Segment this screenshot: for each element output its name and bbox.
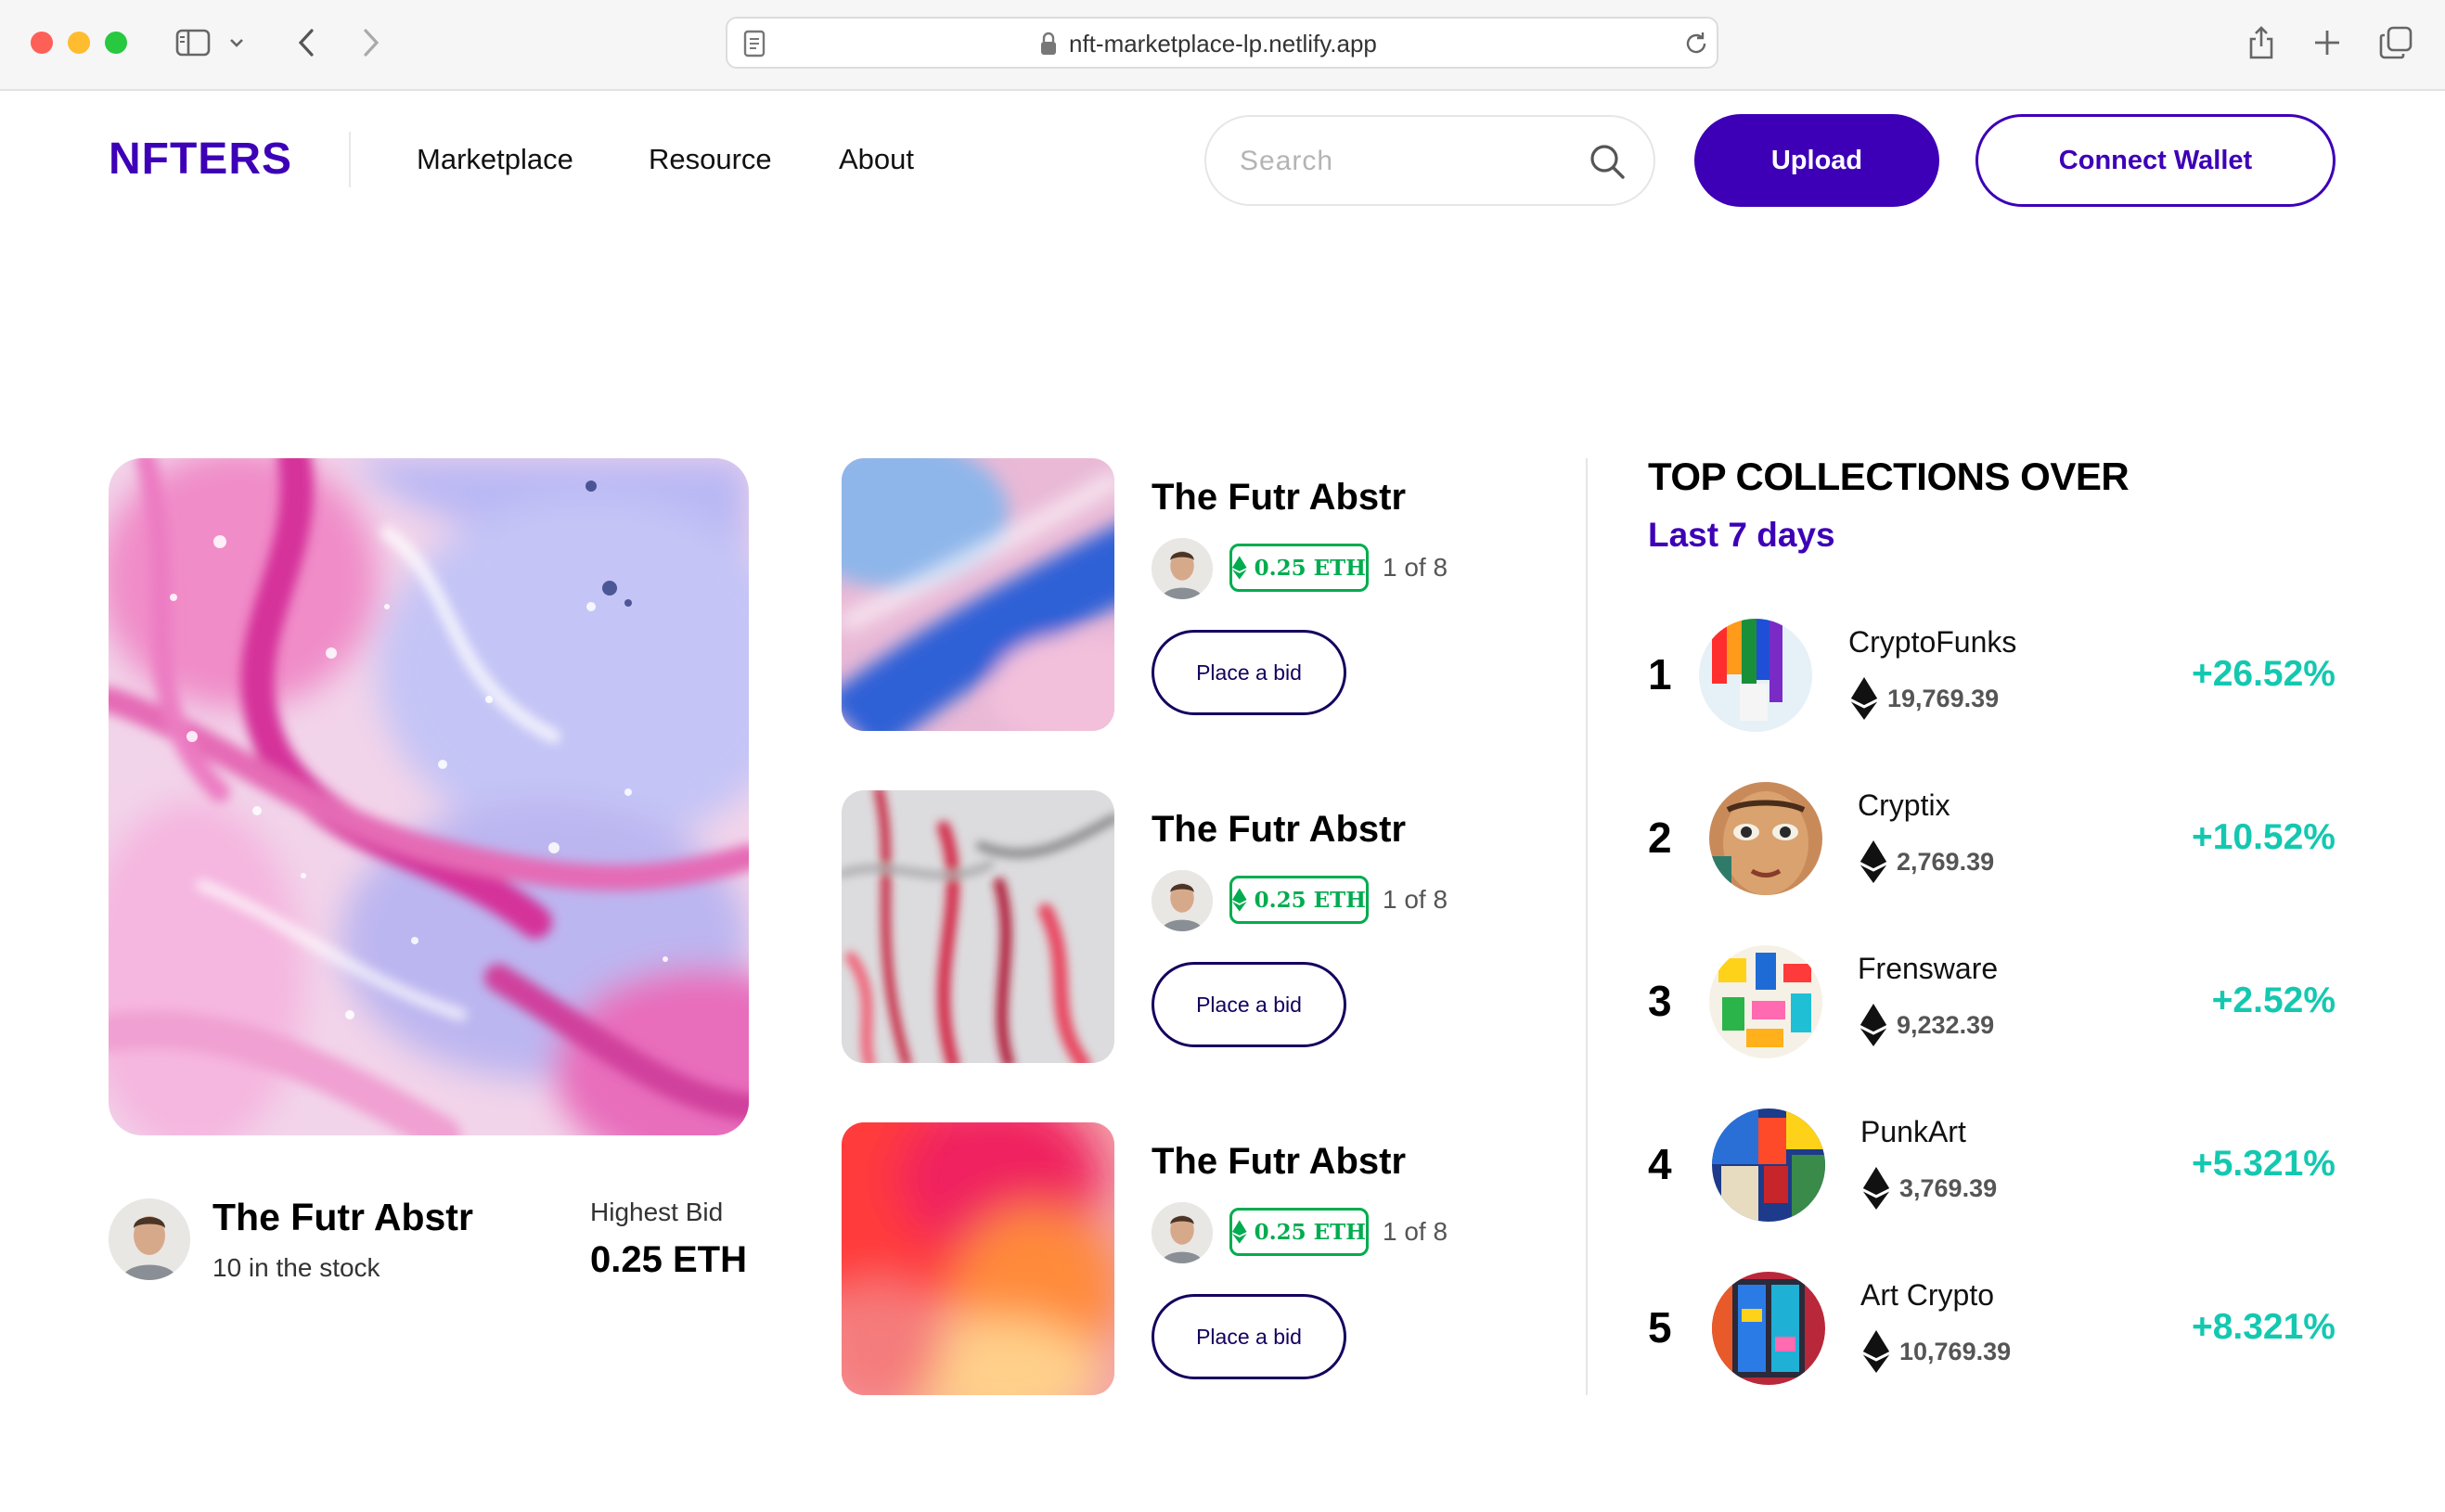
back-icon[interactable] (284, 20, 328, 65)
card-3-place-bid-button[interactable]: Place a bid (1152, 1294, 1346, 1379)
upload-button[interactable]: Upload (1694, 114, 1939, 207)
zoom-window-button[interactable] (105, 32, 127, 54)
card-2-edition: 1 of 8 (1383, 885, 1448, 914)
card-1-place-bid-button[interactable]: Place a bid (1152, 630, 1346, 715)
collection-4-volume: 3,769.39 (1862, 1167, 1997, 1210)
card-2-place-bid-button[interactable]: Place a bid (1152, 962, 1346, 1047)
avatar[interactable] (1152, 870, 1213, 931)
collections-period[interactable]: Last 7 days (1648, 516, 1835, 555)
ethereum-icon (1859, 840, 1887, 883)
section-divider (1586, 458, 1588, 1395)
nav-resource[interactable]: Resource (649, 143, 772, 176)
forward-icon[interactable] (349, 20, 393, 65)
collection-1-avatar[interactable] (1699, 619, 1812, 732)
collection-4-rank: 4 (1648, 1140, 1672, 1188)
collection-5-name[interactable]: Art Crypto (1860, 1278, 1994, 1313)
collection-2-value: 2,769.39 (1897, 847, 1995, 876)
avatar[interactable] (109, 1198, 190, 1280)
hero-stock-count: 10 in the stock (212, 1253, 380, 1282)
collection-4-value: 3,769.39 (1899, 1173, 1998, 1202)
card-2-price: 0.25 ETH (1254, 887, 1366, 913)
ethereum-icon (1232, 556, 1247, 580)
ethereum-icon (1232, 888, 1247, 912)
collection-4-name[interactable]: PunkArt (1860, 1115, 1966, 1149)
connect-wallet-button[interactable]: Connect Wallet (1975, 114, 2336, 207)
sidebar-toggle-icon[interactable] (171, 20, 215, 65)
hero-title: The Futr Abstr (212, 1196, 473, 1238)
collection-3-rank: 3 (1648, 977, 1672, 1025)
collection-5-avatar[interactable] (1712, 1272, 1825, 1385)
highest-bid-value: 0.25 ETH (590, 1239, 747, 1280)
site-logo[interactable]: NFTERS (109, 134, 292, 185)
collection-3-value: 9,232.39 (1897, 1010, 1995, 1039)
collection-2-rank: 2 (1648, 814, 1672, 862)
browser-toolbar: nft-marketplace-lp.netlify.app (0, 0, 2445, 91)
search-icon[interactable] (1587, 141, 1628, 182)
collection-1-rank: 1 (1648, 650, 1672, 698)
collection-1-name[interactable]: CryptoFunks (1848, 625, 2016, 660)
card-1-edition: 1 of 8 (1383, 553, 1448, 582)
ethereum-icon (1862, 1167, 1890, 1210)
nav-about[interactable]: About (839, 143, 914, 176)
collection-3-change: +2.52% (2211, 980, 2336, 1020)
share-icon[interactable] (2239, 20, 2284, 65)
search-placeholder: Search (1240, 146, 1334, 176)
search-input[interactable]: Search (1204, 115, 1655, 206)
card-1-title: The Futr Abstr (1152, 477, 1407, 518)
tab-overview-icon[interactable] (2374, 20, 2418, 65)
ethereum-icon (1859, 1004, 1887, 1046)
collection-5-value: 10,769.39 (1899, 1337, 2012, 1365)
ethereum-icon (1232, 1220, 1247, 1244)
minimize-window-button[interactable] (68, 32, 90, 54)
close-window-button[interactable] (31, 32, 53, 54)
collection-4-change: +5.321% (2191, 1144, 2336, 1184)
header-divider (349, 132, 351, 187)
card-3-image[interactable] (842, 1122, 1114, 1395)
card-3-price-badge: 0.25 ETH (1229, 1208, 1369, 1256)
card-2-title: The Futr Abstr (1152, 809, 1407, 850)
collection-1-volume: 19,769.39 (1850, 677, 1999, 720)
hero-artwork-image[interactable] (109, 458, 749, 1135)
avatar[interactable] (1152, 538, 1213, 599)
chevron-down-icon[interactable] (223, 20, 251, 65)
card-1-price-badge: 0.25 ETH (1229, 544, 1369, 592)
collection-2-avatar[interactable] (1709, 782, 1822, 895)
collection-3-avatar[interactable] (1709, 945, 1822, 1058)
url-text: nft-marketplace-lp.netlify.app (1069, 30, 1377, 58)
collection-1-change: +26.52% (2191, 654, 2336, 694)
page-menu-icon[interactable] (742, 30, 766, 62)
collection-4-avatar[interactable] (1712, 1108, 1825, 1222)
collection-5-volume: 10,769.39 (1862, 1330, 2011, 1373)
lock-icon (1039, 31, 1058, 61)
collection-2-change: +10.52% (2191, 817, 2336, 857)
collection-3-name[interactable]: Frensware (1858, 952, 1998, 986)
reload-icon[interactable] (1683, 31, 1709, 61)
card-2-price-badge: 0.25 ETH (1229, 876, 1369, 924)
nav-marketplace[interactable]: Marketplace (417, 143, 573, 176)
collections-title: TOP COLLECTIONS OVER (1648, 455, 2130, 498)
card-1-price: 0.25 ETH (1254, 555, 1366, 581)
ethereum-icon (1862, 1330, 1890, 1373)
card-3-title: The Futr Abstr (1152, 1141, 1407, 1182)
address-bar[interactable]: nft-marketplace-lp.netlify.app (726, 17, 1718, 69)
avatar[interactable] (1152, 1202, 1213, 1263)
card-2-image[interactable] (842, 790, 1114, 1063)
collection-2-name[interactable]: Cryptix (1858, 788, 1950, 823)
card-3-edition: 1 of 8 (1383, 1217, 1448, 1246)
ethereum-icon (1850, 677, 1878, 720)
collection-2-volume: 2,769.39 (1859, 840, 1994, 883)
collection-5-rank: 5 (1648, 1303, 1672, 1352)
collection-3-volume: 9,232.39 (1859, 1004, 1994, 1046)
card-3-price: 0.25 ETH (1254, 1219, 1366, 1245)
collection-5-change: +8.321% (2191, 1307, 2336, 1347)
collection-1-value: 19,769.39 (1887, 684, 2000, 712)
card-1-image[interactable] (842, 458, 1114, 731)
highest-bid-label: Highest Bid (590, 1198, 724, 1226)
new-tab-icon[interactable] (2305, 20, 2349, 65)
